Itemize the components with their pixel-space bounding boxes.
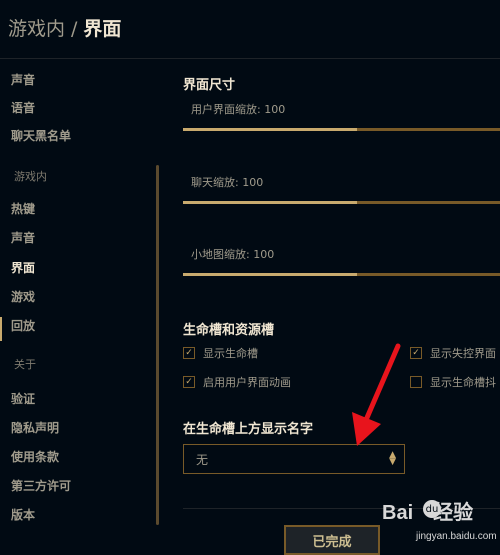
sidebar-item-privacy[interactable]: 隐私声明 (11, 419, 59, 436)
size-section-title: 界面尺寸 (183, 78, 236, 93)
sidebar-item-voice[interactable]: 语音 (11, 99, 35, 116)
minimap-scale-slider[interactable] (183, 273, 500, 276)
checkbox-checked-icon: ✓ (183, 347, 195, 359)
sidebar-item-verification[interactable]: 验证 (11, 390, 35, 407)
paw-icon: du (423, 500, 441, 518)
sidebar-item-sound[interactable]: 声音 (11, 71, 35, 88)
chevron-updown-icon: ▲ ▼ (389, 450, 396, 467)
breadcrumb-parent[interactable]: 游戏内 (8, 18, 65, 40)
chat-scale-slider[interactable] (183, 201, 500, 204)
checkbox-label: 显示失控界面 (430, 347, 496, 360)
health-section-title: 生命槽和资源槽 (183, 323, 275, 338)
baidu-watermark: Bai 经验 du jingyan.baidu.com (382, 496, 500, 553)
sidebar-item-chat-blocklist[interactable]: 聊天黑名单 (11, 127, 71, 144)
checkbox-label: 启用用户界面动画 (203, 376, 291, 389)
header-divider (0, 58, 500, 59)
name-display-select[interactable]: 无 ▲ ▼ (183, 444, 405, 474)
select-value: 无 (196, 452, 209, 467)
checkbox-label: 显示生命槽抖 (430, 376, 496, 389)
checkbox-checked-icon: ✓ (183, 376, 195, 388)
sidebar-heading-about: 关于 (14, 358, 36, 371)
page-title: 界面 (83, 18, 122, 40)
sidebar-item-version[interactable]: 版本 (11, 506, 35, 523)
sidebar: 声音 语音 聊天黑名单 游戏内 热键 声音 界面 游戏 回放 关于 验证 隐私声… (0, 60, 160, 553)
show-health-bar-shake-checkbox[interactable]: 显示生命槽抖 (410, 374, 496, 390)
sidebar-item-ingame-sound[interactable]: 声音 (11, 229, 35, 246)
show-cc-ui-checkbox[interactable]: ✓ 显示失控界面 (410, 345, 496, 361)
scrollbar[interactable] (156, 165, 159, 525)
names-section-title: 在生命槽上方显示名字 (183, 422, 314, 437)
minimap-scale-fill (183, 273, 358, 276)
sidebar-item-hotkeys[interactable]: 热键 (11, 200, 35, 217)
sidebar-item-third-party[interactable]: 第三方许可 (11, 477, 71, 494)
ui-scale-slider[interactable] (183, 128, 500, 131)
watermark-url: jingyan.baidu.com (416, 531, 497, 542)
sidebar-item-game[interactable]: 游戏 (11, 288, 35, 305)
sidebar-item-interface[interactable]: 界面 (11, 259, 35, 276)
done-button[interactable]: 已完成 (284, 525, 380, 555)
checkbox-checked-icon: ✓ (410, 347, 422, 359)
ui-scale-label: 用户界面缩放: 100 (191, 103, 286, 116)
active-indicator (0, 317, 2, 341)
header: 游戏内 / 界面 (0, 0, 500, 52)
ui-scale-fill (183, 128, 358, 131)
settings-panel: 界面尺寸 用户界面缩放: 100 聊天缩放: 100 小地图缩放: 100 生命… (160, 60, 500, 553)
show-health-bar-checkbox[interactable]: ✓ 显示生命槽 (183, 345, 258, 361)
sidebar-item-terms[interactable]: 使用条款 (11, 448, 59, 465)
breadcrumb-separator: / (71, 18, 78, 40)
chat-scale-label: 聊天缩放: 100 (191, 176, 264, 189)
checkbox-unchecked-icon (410, 376, 422, 388)
minimap-scale-label: 小地图缩放: 100 (191, 248, 275, 261)
breadcrumb: 游戏内 / 界面 (8, 14, 121, 41)
checkbox-label: 显示生命槽 (203, 347, 258, 360)
chat-scale-fill (183, 201, 358, 204)
enable-ui-animation-checkbox[interactable]: ✓ 启用用户界面动画 (183, 374, 291, 390)
sidebar-item-replays[interactable]: 回放 (11, 317, 35, 334)
sidebar-heading-ingame: 游戏内 (14, 170, 47, 183)
